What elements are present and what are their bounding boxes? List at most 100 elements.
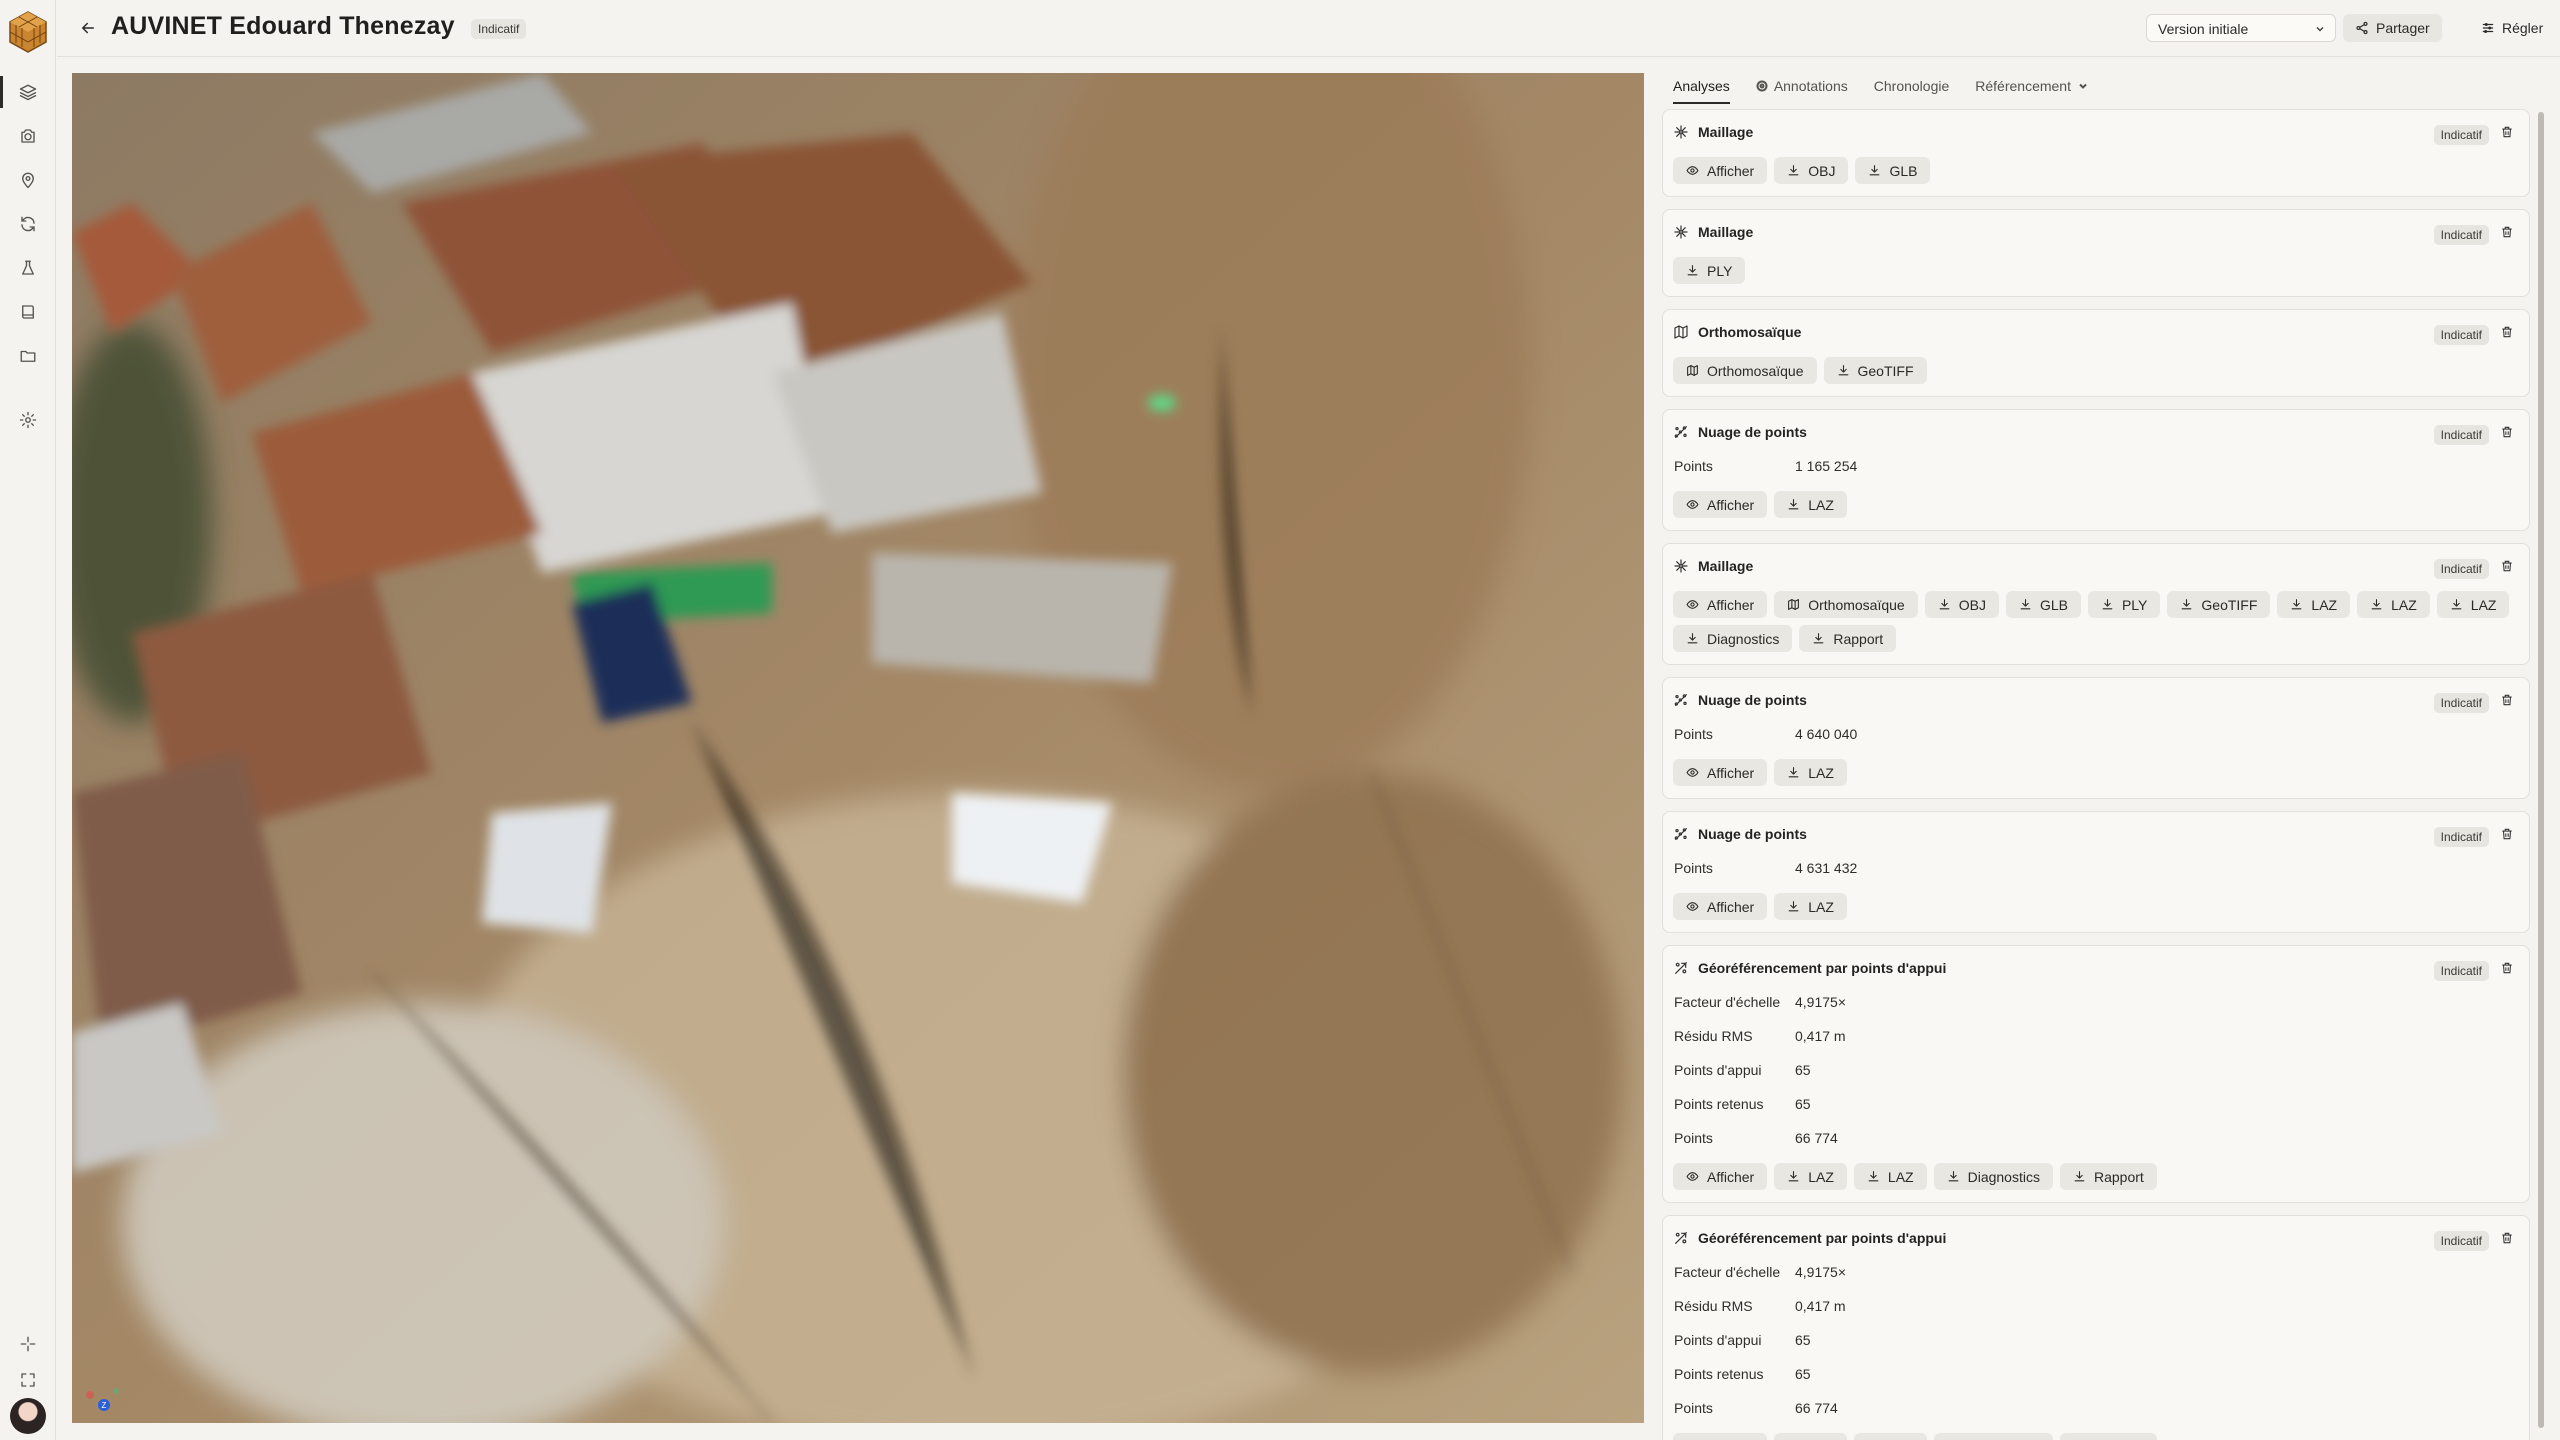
laz-button[interactable]: LAZ	[1774, 491, 1847, 518]
afficher-button[interactable]: Afficher	[1673, 1163, 1768, 1190]
panel-scrollbar[interactable]	[2538, 112, 2544, 1428]
card-properties: Points 4 640 040	[1674, 717, 1857, 751]
tab-label: Chronologie	[1873, 78, 1950, 94]
laz-button[interactable]: LAZ	[1774, 893, 1847, 920]
tab-chronologie[interactable]: Chronologie	[1874, 64, 1950, 108]
trash-icon[interactable]	[2500, 225, 2516, 241]
download-icon	[2451, 599, 2462, 610]
property-row: Facteur d'échelle 4,9175×	[1674, 1255, 1846, 1289]
afficher-button[interactable]: Afficher	[1673, 893, 1768, 920]
folder-icon[interactable]	[12, 340, 44, 372]
afficher-button[interactable]: Afficher	[1673, 157, 1768, 184]
trash-icon[interactable]	[2500, 325, 2516, 341]
sparkle-icon[interactable]	[12, 1328, 44, 1360]
axis-gizmo-icon[interactable]: Z	[82, 1369, 126, 1413]
laz-button[interactable]: LAZ	[1853, 1163, 1927, 1190]
trash-icon[interactable]	[2500, 125, 2516, 141]
card-header: Géoréférencement par points d'appui	[1673, 960, 1946, 976]
version-select[interactable]: Version initiale	[2146, 14, 2336, 42]
laz-button[interactable]: LAZ	[2436, 591, 2510, 618]
property-label: Facteur d'échelle	[1674, 994, 1781, 1010]
glb-button[interactable]: GLB	[2005, 591, 2081, 618]
trash-icon[interactable]	[2500, 425, 2516, 441]
map-icon	[1687, 365, 1698, 376]
eye-icon	[1686, 500, 1699, 509]
gear-icon[interactable]	[12, 404, 44, 436]
obj-button[interactable]: OBJ	[1774, 157, 1849, 184]
ply-button[interactable]: PLY	[1673, 257, 1746, 284]
property-label: Points d'appui	[1674, 1062, 1762, 1078]
download-icon	[1868, 1171, 1879, 1182]
refresh-icon[interactable]	[12, 208, 44, 240]
card-header: Maillage	[1673, 224, 1753, 240]
trash-icon[interactable]	[2500, 961, 2516, 977]
glb-button[interactable]: GLB	[1855, 157, 1931, 184]
trash-icon[interactable]	[2500, 693, 2516, 709]
button-label: Rapport	[1833, 630, 1884, 647]
tab-annotations[interactable]: Annotations	[1756, 64, 1848, 108]
property-label: Points d'appui	[1674, 1332, 1762, 1348]
afficher-button[interactable]: Afficher	[1673, 759, 1768, 786]
geotiff-button[interactable]: GeoTIFF	[2167, 591, 2271, 618]
afficher-button[interactable]: Afficher	[1673, 1433, 1768, 1440]
rapport-button[interactable]: Rapport	[2059, 1433, 2157, 1440]
eye-icon	[1686, 1172, 1699, 1181]
diagnostics-button[interactable]: Diagnostics	[1673, 625, 1793, 652]
book-icon[interactable]	[12, 296, 44, 328]
laz-button[interactable]: LAZ	[1853, 1433, 1927, 1440]
download-icon	[1870, 165, 1880, 176]
avatar[interactable]	[10, 1398, 46, 1434]
diagnostics-button[interactable]: Diagnostics	[1933, 1433, 2053, 1440]
property-row: Points retenus 65	[1674, 1087, 1846, 1121]
trash-icon[interactable]	[2500, 827, 2516, 843]
card-title: Nuage de points	[1698, 692, 1807, 708]
orthomosaïque-button[interactable]: Orthomosaïque	[1673, 357, 1817, 384]
3d-viewer-canvas[interactable]: Z	[72, 73, 1644, 1423]
fullscreen-icon[interactable]	[12, 1364, 44, 1396]
trash-icon[interactable]	[2500, 559, 2516, 575]
afficher-button[interactable]: Afficher	[1673, 491, 1768, 518]
property-row: Résidu RMS 0,417 m	[1674, 1289, 1846, 1323]
rapport-button[interactable]: Rapport	[1799, 625, 1897, 652]
tab-label: Annotations	[1773, 78, 1848, 94]
button-label: Rapport	[2093, 1168, 2144, 1185]
download-icon	[1788, 165, 1799, 176]
back-arrow-icon[interactable]	[75, 15, 101, 41]
tab-analyses[interactable]: Analyses	[1673, 68, 1730, 104]
ply-button[interactable]: PLY	[2087, 591, 2161, 618]
rapport-button[interactable]: Rapport	[2059, 1163, 2157, 1190]
card-actions: Afficher Orthomosaïque OBJ GLB PLY GeoTIFF LAZ…	[1673, 591, 2523, 652]
property-label: Points	[1674, 726, 1713, 742]
georef-icon	[1675, 962, 1687, 974]
laz-button[interactable]: LAZ	[2357, 591, 2430, 618]
card-header: Nuage de points	[1673, 424, 1807, 440]
top-bar: AUVINET Edouard Thenezay Indicatif Versi…	[57, 0, 2560, 57]
afficher-button[interactable]: Afficher	[1673, 591, 1768, 618]
flask-icon[interactable]	[12, 252, 44, 284]
diagnostics-button[interactable]: Diagnostics	[1933, 1163, 2053, 1190]
camera-icon[interactable]	[12, 120, 44, 152]
laz-button[interactable]: LAZ	[1774, 1433, 1847, 1440]
layers-icon[interactable]	[12, 76, 44, 108]
button-label: LAZ	[2311, 596, 2338, 613]
analysis-card: Nuage de points Indicatif Points 4 631 432 A…	[1662, 811, 2530, 933]
laz-button[interactable]: LAZ	[1774, 1163, 1847, 1190]
laz-button[interactable]: LAZ	[1774, 759, 1847, 786]
map-pin-icon[interactable]	[12, 164, 44, 196]
download-icon	[2182, 599, 2192, 610]
geotiff-button[interactable]: GeoTIFF	[1823, 357, 1927, 384]
georef-icon	[1675, 1232, 1687, 1244]
laz-button[interactable]: LAZ	[2277, 591, 2351, 618]
settings-button[interactable]: Régler	[2469, 14, 2555, 42]
card-header: Nuage de points	[1673, 692, 1807, 708]
property-value: 4 631 432	[1795, 860, 1858, 876]
scatter-icon	[1674, 426, 1687, 438]
app-logo[interactable]	[8, 10, 48, 54]
orthomosaïque-button[interactable]: Orthomosaïque	[1774, 591, 1918, 618]
obj-button[interactable]: OBJ	[1924, 591, 1999, 618]
download-icon	[2074, 1171, 2085, 1182]
share-button[interactable]: Partager	[2343, 14, 2442, 42]
tab-referencement[interactable]: Référencement	[1975, 64, 2089, 108]
card-badge: Indicatif	[2433, 693, 2489, 713]
trash-icon[interactable]	[2500, 1231, 2516, 1247]
